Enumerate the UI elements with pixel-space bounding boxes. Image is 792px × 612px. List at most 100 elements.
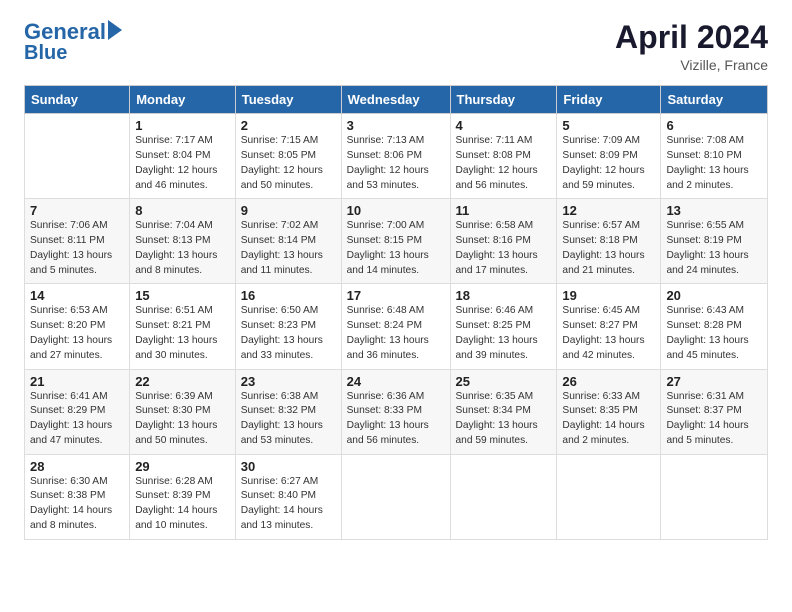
weekday-header-wednesday: Wednesday	[341, 86, 450, 114]
weekday-header-row: SundayMondayTuesdayWednesdayThursdayFrid…	[25, 86, 768, 114]
calendar-cell: 30Sunrise: 6:27 AM Sunset: 8:40 PM Dayli…	[235, 454, 341, 539]
day-number: 22	[135, 374, 230, 389]
day-info: Sunrise: 6:46 AM Sunset: 8:25 PM Dayligh…	[456, 304, 552, 363]
logo-blue-text: Blue	[24, 43, 67, 63]
day-info: Sunrise: 6:58 AM Sunset: 8:16 PM Dayligh…	[456, 219, 552, 278]
day-info: Sunrise: 6:50 AM Sunset: 8:23 PM Dayligh…	[241, 304, 336, 363]
day-info: Sunrise: 6:33 AM Sunset: 8:35 PM Dayligh…	[562, 390, 655, 449]
calendar-cell: 8Sunrise: 7:04 AM Sunset: 8:13 PM Daylig…	[130, 199, 236, 284]
calendar-cell: 9Sunrise: 7:02 AM Sunset: 8:14 PM Daylig…	[235, 199, 341, 284]
day-info: Sunrise: 7:08 AM Sunset: 8:10 PM Dayligh…	[666, 134, 762, 193]
day-info: Sunrise: 6:36 AM Sunset: 8:33 PM Dayligh…	[347, 390, 445, 449]
month-title: April 2024	[615, 20, 768, 55]
day-info: Sunrise: 6:31 AM Sunset: 8:37 PM Dayligh…	[666, 390, 762, 449]
day-number: 28	[30, 459, 124, 474]
calendar-cell: 3Sunrise: 7:13 AM Sunset: 8:06 PM Daylig…	[341, 114, 450, 199]
calendar-cell	[661, 454, 768, 539]
day-number: 18	[456, 288, 552, 303]
day-number: 24	[347, 374, 445, 389]
day-info: Sunrise: 6:55 AM Sunset: 8:19 PM Dayligh…	[666, 219, 762, 278]
calendar-cell: 29Sunrise: 6:28 AM Sunset: 8:39 PM Dayli…	[130, 454, 236, 539]
day-number: 21	[30, 374, 124, 389]
day-number: 10	[347, 203, 445, 218]
week-row-2: 7Sunrise: 7:06 AM Sunset: 8:11 PM Daylig…	[25, 199, 768, 284]
calendar-body: 1Sunrise: 7:17 AM Sunset: 8:04 PM Daylig…	[25, 114, 768, 540]
day-info: Sunrise: 7:00 AM Sunset: 8:15 PM Dayligh…	[347, 219, 445, 278]
day-info: Sunrise: 7:06 AM Sunset: 8:11 PM Dayligh…	[30, 219, 124, 278]
calendar-cell: 20Sunrise: 6:43 AM Sunset: 8:28 PM Dayli…	[661, 284, 768, 369]
day-number: 6	[666, 118, 762, 133]
weekday-header-friday: Friday	[557, 86, 661, 114]
day-number: 5	[562, 118, 655, 133]
day-number: 11	[456, 203, 552, 218]
calendar-cell: 12Sunrise: 6:57 AM Sunset: 8:18 PM Dayli…	[557, 199, 661, 284]
day-info: Sunrise: 6:45 AM Sunset: 8:27 PM Dayligh…	[562, 304, 655, 363]
calendar-cell	[25, 114, 130, 199]
calendar-cell	[341, 454, 450, 539]
day-number: 16	[241, 288, 336, 303]
day-number: 7	[30, 203, 124, 218]
day-info: Sunrise: 6:57 AM Sunset: 8:18 PM Dayligh…	[562, 219, 655, 278]
day-info: Sunrise: 6:39 AM Sunset: 8:30 PM Dayligh…	[135, 390, 230, 449]
page: General Blue April 2024 Vizille, France …	[0, 0, 792, 560]
calendar-cell: 2Sunrise: 7:15 AM Sunset: 8:05 PM Daylig…	[235, 114, 341, 199]
day-number: 23	[241, 374, 336, 389]
logo-text: General	[24, 21, 106, 43]
day-info: Sunrise: 6:53 AM Sunset: 8:20 PM Dayligh…	[30, 304, 124, 363]
calendar-cell: 11Sunrise: 6:58 AM Sunset: 8:16 PM Dayli…	[450, 199, 557, 284]
calendar-cell: 5Sunrise: 7:09 AM Sunset: 8:09 PM Daylig…	[557, 114, 661, 199]
day-info: Sunrise: 6:27 AM Sunset: 8:40 PM Dayligh…	[241, 475, 336, 534]
logo-arrow-icon	[108, 20, 122, 40]
calendar-cell: 22Sunrise: 6:39 AM Sunset: 8:30 PM Dayli…	[130, 369, 236, 454]
calendar-cell: 1Sunrise: 7:17 AM Sunset: 8:04 PM Daylig…	[130, 114, 236, 199]
calendar-cell: 7Sunrise: 7:06 AM Sunset: 8:11 PM Daylig…	[25, 199, 130, 284]
day-number: 17	[347, 288, 445, 303]
day-number: 1	[135, 118, 230, 133]
day-number: 30	[241, 459, 336, 474]
calendar-cell: 15Sunrise: 6:51 AM Sunset: 8:21 PM Dayli…	[130, 284, 236, 369]
weekday-header-thursday: Thursday	[450, 86, 557, 114]
day-info: Sunrise: 7:09 AM Sunset: 8:09 PM Dayligh…	[562, 134, 655, 193]
day-info: Sunrise: 6:51 AM Sunset: 8:21 PM Dayligh…	[135, 304, 230, 363]
day-number: 29	[135, 459, 230, 474]
day-number: 3	[347, 118, 445, 133]
day-number: 27	[666, 374, 762, 389]
day-info: Sunrise: 6:38 AM Sunset: 8:32 PM Dayligh…	[241, 390, 336, 449]
day-info: Sunrise: 6:28 AM Sunset: 8:39 PM Dayligh…	[135, 475, 230, 534]
calendar-cell: 14Sunrise: 6:53 AM Sunset: 8:20 PM Dayli…	[25, 284, 130, 369]
calendar-cell: 19Sunrise: 6:45 AM Sunset: 8:27 PM Dayli…	[557, 284, 661, 369]
day-number: 26	[562, 374, 655, 389]
calendar-cell: 17Sunrise: 6:48 AM Sunset: 8:24 PM Dayli…	[341, 284, 450, 369]
day-info: Sunrise: 7:17 AM Sunset: 8:04 PM Dayligh…	[135, 134, 230, 193]
day-number: 13	[666, 203, 762, 218]
calendar-cell: 21Sunrise: 6:41 AM Sunset: 8:29 PM Dayli…	[25, 369, 130, 454]
calendar-cell: 26Sunrise: 6:33 AM Sunset: 8:35 PM Dayli…	[557, 369, 661, 454]
day-info: Sunrise: 7:04 AM Sunset: 8:13 PM Dayligh…	[135, 219, 230, 278]
calendar-cell: 28Sunrise: 6:30 AM Sunset: 8:38 PM Dayli…	[25, 454, 130, 539]
calendar-cell: 24Sunrise: 6:36 AM Sunset: 8:33 PM Dayli…	[341, 369, 450, 454]
title-block: April 2024 Vizille, France	[615, 20, 768, 73]
logo: General Blue	[24, 20, 122, 63]
day-number: 19	[562, 288, 655, 303]
weekday-header-saturday: Saturday	[661, 86, 768, 114]
week-row-5: 28Sunrise: 6:30 AM Sunset: 8:38 PM Dayli…	[25, 454, 768, 539]
weekday-header-tuesday: Tuesday	[235, 86, 341, 114]
week-row-1: 1Sunrise: 7:17 AM Sunset: 8:04 PM Daylig…	[25, 114, 768, 199]
calendar-cell: 27Sunrise: 6:31 AM Sunset: 8:37 PM Dayli…	[661, 369, 768, 454]
day-number: 8	[135, 203, 230, 218]
week-row-4: 21Sunrise: 6:41 AM Sunset: 8:29 PM Dayli…	[25, 369, 768, 454]
day-info: Sunrise: 7:11 AM Sunset: 8:08 PM Dayligh…	[456, 134, 552, 193]
weekday-header-sunday: Sunday	[25, 86, 130, 114]
calendar-cell	[450, 454, 557, 539]
day-info: Sunrise: 6:41 AM Sunset: 8:29 PM Dayligh…	[30, 390, 124, 449]
day-info: Sunrise: 7:13 AM Sunset: 8:06 PM Dayligh…	[347, 134, 445, 193]
day-info: Sunrise: 6:48 AM Sunset: 8:24 PM Dayligh…	[347, 304, 445, 363]
day-info: Sunrise: 7:02 AM Sunset: 8:14 PM Dayligh…	[241, 219, 336, 278]
calendar-cell: 16Sunrise: 6:50 AM Sunset: 8:23 PM Dayli…	[235, 284, 341, 369]
day-number: 2	[241, 118, 336, 133]
calendar-cell	[557, 454, 661, 539]
day-number: 20	[666, 288, 762, 303]
week-row-3: 14Sunrise: 6:53 AM Sunset: 8:20 PM Dayli…	[25, 284, 768, 369]
location: Vizille, France	[615, 57, 768, 73]
calendar-cell: 25Sunrise: 6:35 AM Sunset: 8:34 PM Dayli…	[450, 369, 557, 454]
